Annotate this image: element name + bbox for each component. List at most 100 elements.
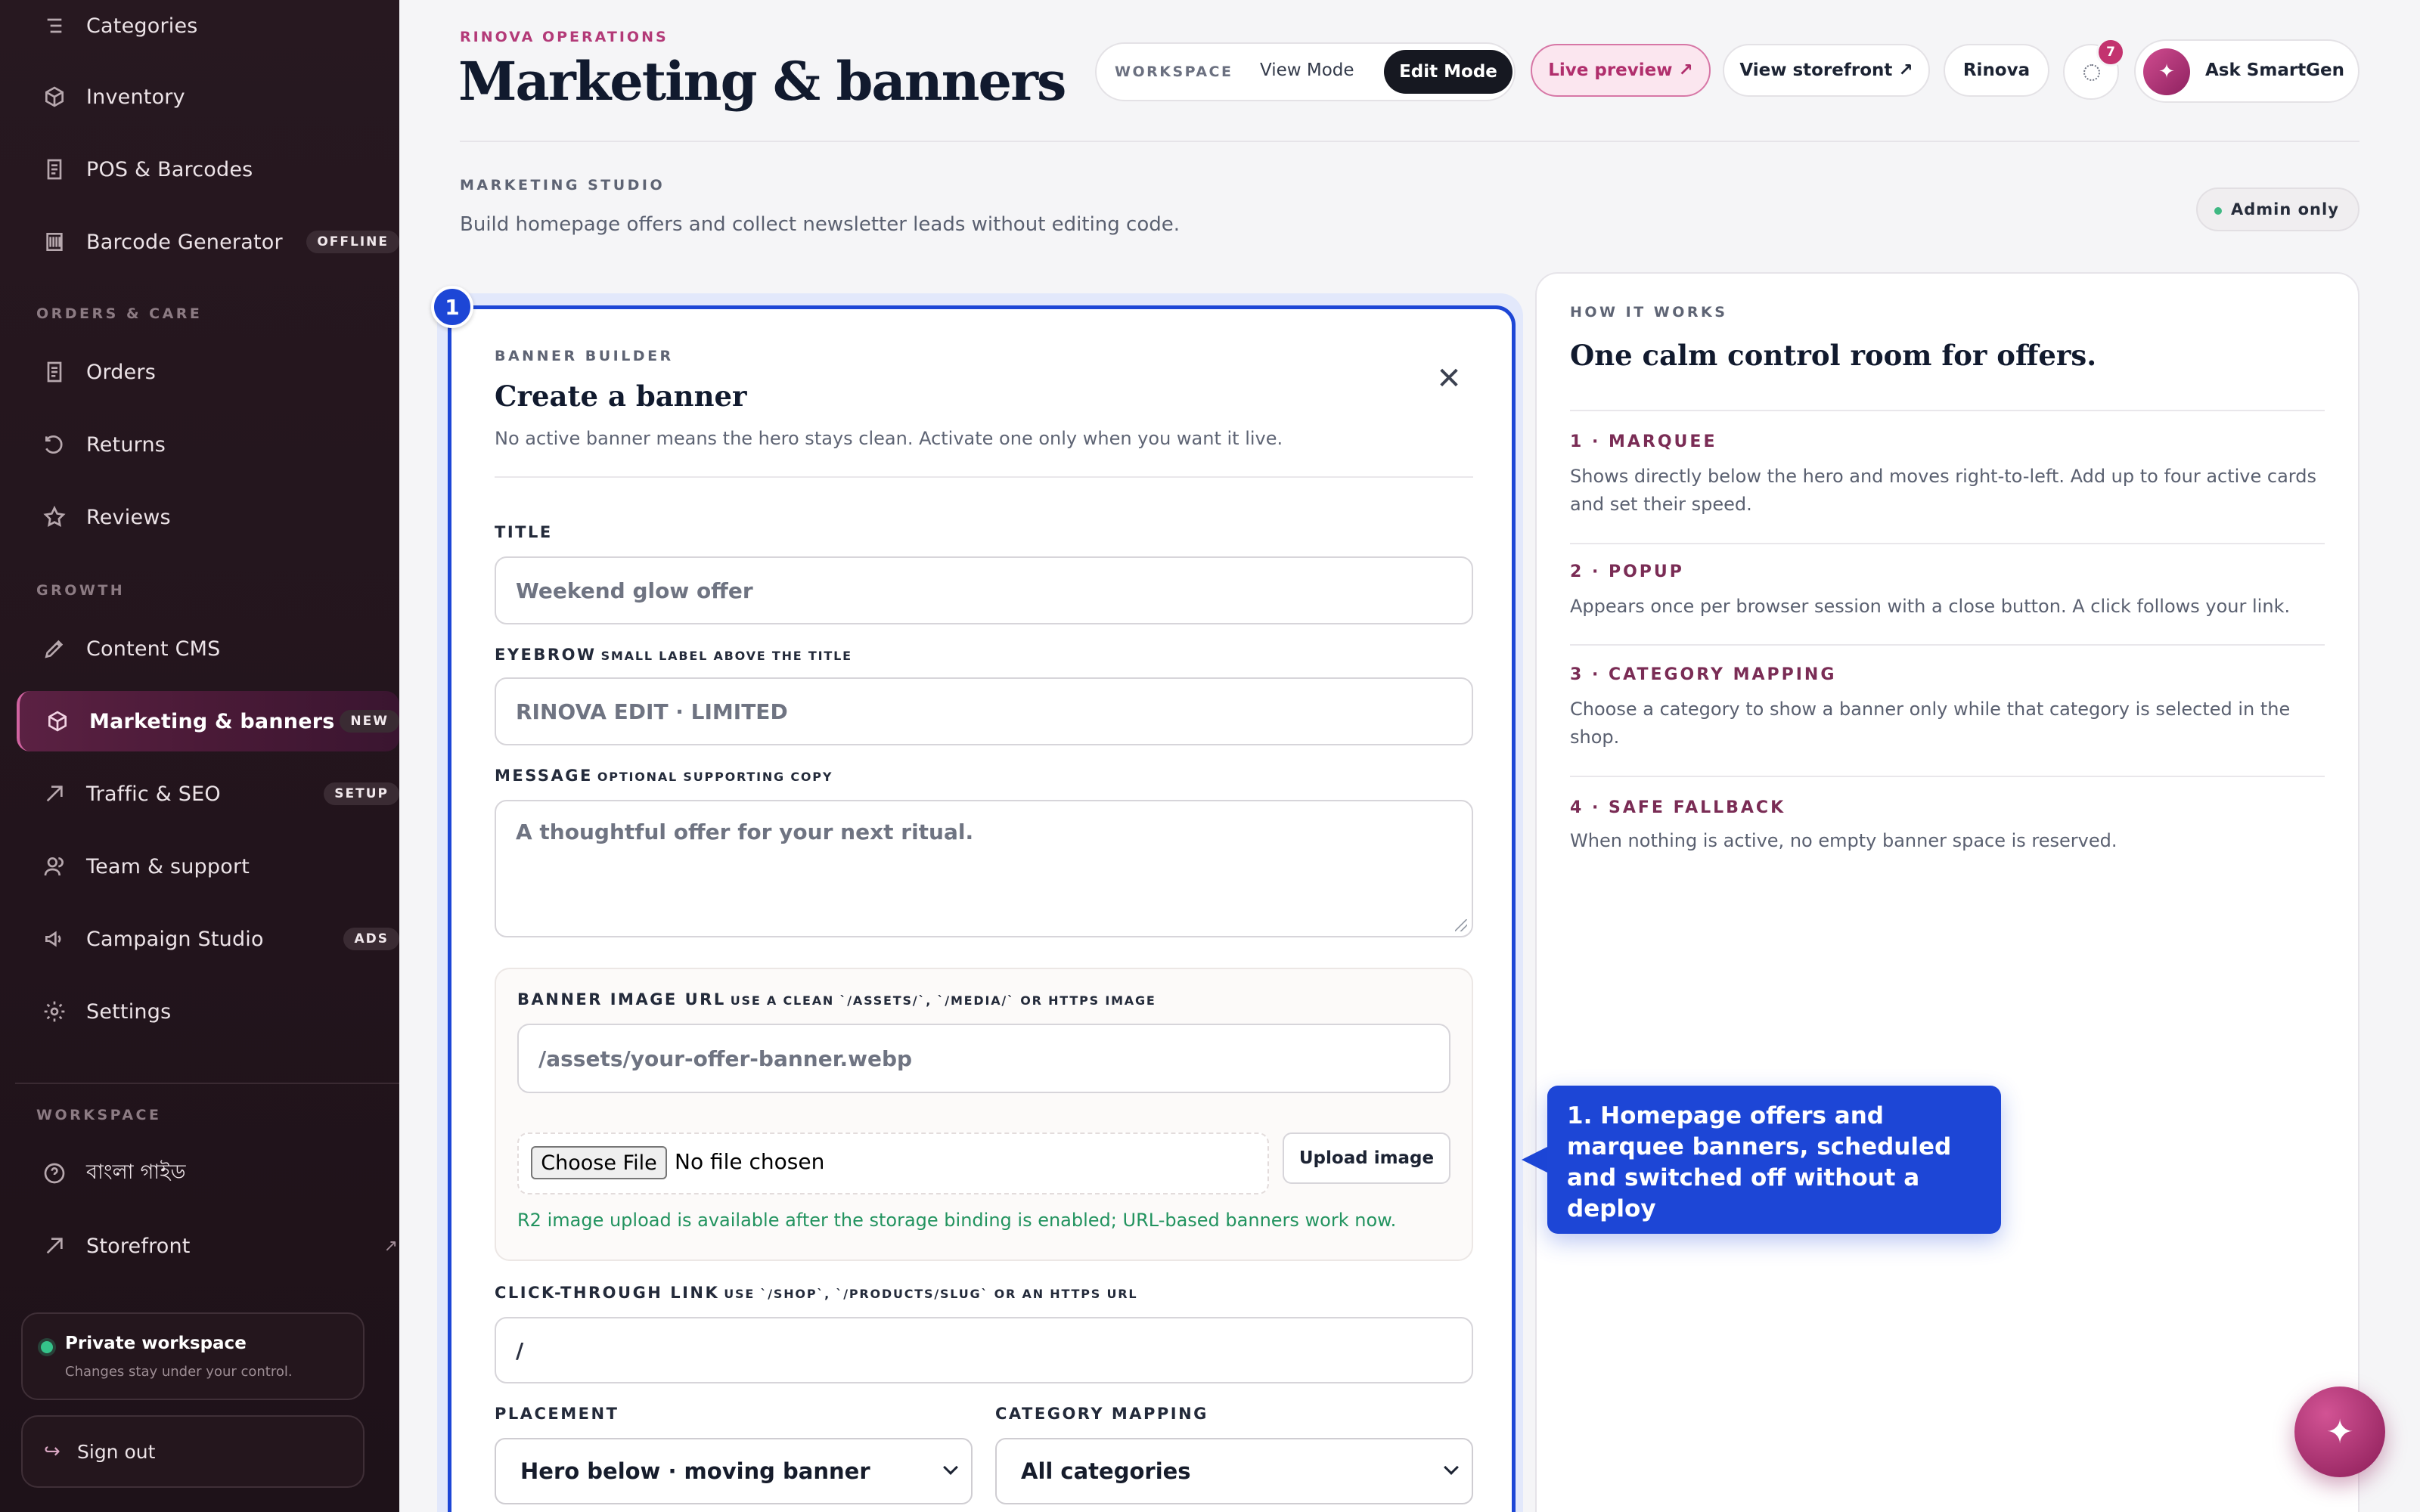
sidebar-item-team-support[interactable]: Team & support [17, 836, 399, 897]
sidebar-item-label: POS & Barcodes [86, 157, 253, 181]
no-file-chosen-text: No file chosen [675, 1149, 825, 1174]
sidebar-item-pos-barcodes[interactable]: POS & Barcodes [17, 139, 399, 200]
sidebar-item-inventory[interactable]: Inventory [17, 67, 399, 127]
ask-smartgen-button[interactable]: ✦ Ask SmartGen [2134, 39, 2360, 103]
how-step-text: When nothing is active, no empty banner … [1570, 830, 2118, 851]
sidebar: Categories Inventory POS & Barcodes Barc… [0, 0, 399, 1512]
page-title: Marketing & banners [458, 50, 1066, 113]
sidebar-item-label: Content CMS [86, 637, 221, 661]
sidebar-item-categories[interactable]: Categories [17, 0, 399, 56]
sidebar-item-label: Returns [86, 432, 166, 457]
sign-out-button[interactable]: ↪ Sign out [21, 1415, 365, 1488]
sidebar-item-campaign-studio[interactable]: Campaign Studio ADS [17, 909, 399, 969]
sidebar-item-label: Barcode Generator [86, 230, 283, 254]
how-step-heading: 4 · SAFE FALLBACK [1570, 798, 1786, 817]
studio-description: Build homepage offers and collect newsle… [460, 213, 1181, 236]
receipt-icon [41, 156, 68, 183]
sidebar-item-label: Team & support [86, 854, 250, 878]
status-badge: ADS [343, 928, 399, 950]
how-divider [1570, 776, 2325, 777]
sidebar-item-settings[interactable]: Settings [17, 981, 399, 1042]
banner-image-label: BANNER IMAGE URL USE A CLEAN `/ASSETS/`, … [517, 990, 1156, 1009]
section-label-workspace: WORKSPACE [36, 1107, 162, 1123]
section-label-orders-care: ORDERS & CARE [36, 305, 203, 322]
trend-icon [41, 780, 68, 807]
close-icon[interactable]: ✕ [1434, 361, 1464, 396]
notifications-button[interactable]: 7 [2063, 38, 2125, 100]
category-value: All categories [1021, 1458, 1191, 1484]
sidebar-item-content-cms[interactable]: Content CMS [17, 618, 399, 679]
resize-handle-icon[interactable] [1455, 919, 1467, 931]
receipt-icon [41, 358, 68, 386]
ask-smartgen-label: Ask SmartGen [2205, 60, 2345, 80]
status-dot [41, 1341, 53, 1353]
title-label: TITLE [495, 523, 553, 541]
r2-upload-note: R2 image upload is available after the s… [517, 1210, 1397, 1231]
sidebar-item-traffic-seo[interactable]: Traffic & SEO SETUP [17, 764, 399, 824]
sidebar-item-label: Storefront [86, 1234, 191, 1258]
sidebar-item-label: Marketing & banners [89, 709, 335, 733]
callout-pointer [1522, 1146, 1549, 1173]
sidebar-item-storefront[interactable]: Storefront ↗ [17, 1216, 399, 1276]
sparkle-icon: ✦ [2143, 48, 2190, 95]
sidebar-item-label: Reviews [86, 505, 171, 529]
choose-file-button[interactable]: Choose File [531, 1146, 667, 1179]
sidebar-item-barcode-generator[interactable]: Barcode Generator OFFLINE [17, 212, 399, 272]
section-label-growth: GROWTH [36, 582, 126, 599]
status-badge: SETUP [324, 782, 399, 805]
sidebar-item-returns[interactable]: Returns [17, 414, 399, 475]
placement-select[interactable]: Hero below · moving banner [495, 1438, 973, 1504]
sidebar-item-label: Traffic & SEO [86, 782, 221, 806]
external-link-icon: ↗ [383, 1236, 398, 1256]
sidebar-item-reviews[interactable]: Reviews [17, 487, 399, 547]
chevron-down-icon [1444, 1460, 1459, 1475]
team-icon [41, 853, 68, 880]
megaphone-icon [41, 925, 68, 953]
how-step-heading: 2 · POPUP [1570, 562, 1684, 581]
box-icon [44, 708, 71, 735]
placement-value: Hero below · moving banner [520, 1458, 870, 1484]
smartgen-fab-button[interactable]: ✦ [2294, 1387, 2385, 1477]
admin-only-label: Admin only [2231, 200, 2339, 218]
title-input[interactable]: Weekend glow offer [495, 556, 1473, 624]
trend-icon [41, 1232, 68, 1259]
sidebar-item-label: Inventory [86, 85, 185, 109]
placement-label: PLACEMENT [495, 1405, 619, 1423]
sign-out-label: Sign out [77, 1440, 156, 1463]
edit-mode-button[interactable]: Edit Mode [1384, 50, 1512, 94]
pen-icon [41, 635, 68, 662]
message-textarea[interactable]: A thoughtful offer for your next ritual. [495, 800, 1473, 937]
message-label: MESSAGE OPTIONAL SUPPORTING COPY [495, 767, 833, 785]
live-preview-button[interactable]: Live preview ↗ [1531, 44, 1711, 97]
category-mapping-select[interactable]: All categories [995, 1438, 1473, 1504]
return-icon [41, 431, 68, 458]
page-eyebrow: RINOVA OPERATIONS [460, 29, 669, 45]
how-it-works-title: One calm control room for offers. [1570, 339, 2097, 372]
banner-image-url-input[interactable]: /assets/your-offer-banner.webp [517, 1024, 1450, 1093]
list-icon [41, 12, 68, 39]
category-mapping-label: CATEGORY MAPPING [995, 1405, 1208, 1423]
sidebar-item-label: Categories [86, 14, 198, 38]
gear-icon [41, 998, 68, 1025]
private-workspace-title: Private workspace [65, 1334, 247, 1353]
eyebrow-label: EYEBROW SMALL LABEL ABOVE THE TITLE [495, 646, 852, 664]
eyebrow-input[interactable]: RINOVA EDIT · LIMITED [495, 677, 1473, 745]
how-divider [1570, 410, 2325, 411]
store-switcher-button[interactable]: Rinova [1944, 44, 2049, 97]
header-divider [460, 141, 2360, 142]
view-mode-button[interactable]: View Mode [1260, 60, 1354, 80]
sidebar-item-marketing-banners[interactable]: Marketing & banners NEW [17, 691, 399, 751]
mode-switcher: WORKSPACE View Mode Edit Mode [1095, 42, 1516, 101]
upload-image-button[interactable]: Upload image [1283, 1132, 1450, 1184]
private-workspace-subtitle: Changes stay under your control. [65, 1364, 293, 1380]
click-through-link-input[interactable]: / [495, 1317, 1473, 1383]
how-step-heading: 3 · CATEGORY MAPPING [1570, 665, 1837, 684]
sidebar-item-label: Campaign Studio [86, 927, 264, 951]
view-storefront-button[interactable]: View storefront ↗ [1723, 44, 1930, 97]
sidebar-item-orders[interactable]: Orders [17, 342, 399, 402]
builder-eyebrow: BANNER BUILDER [495, 348, 674, 364]
sidebar-item-bangla-guide[interactable]: বাংলা গাইড [17, 1143, 399, 1204]
how-it-works-card [1535, 272, 2360, 1512]
status-dot [2214, 207, 2222, 215]
sidebar-item-label: বাংলা গাইড [86, 1160, 186, 1184]
